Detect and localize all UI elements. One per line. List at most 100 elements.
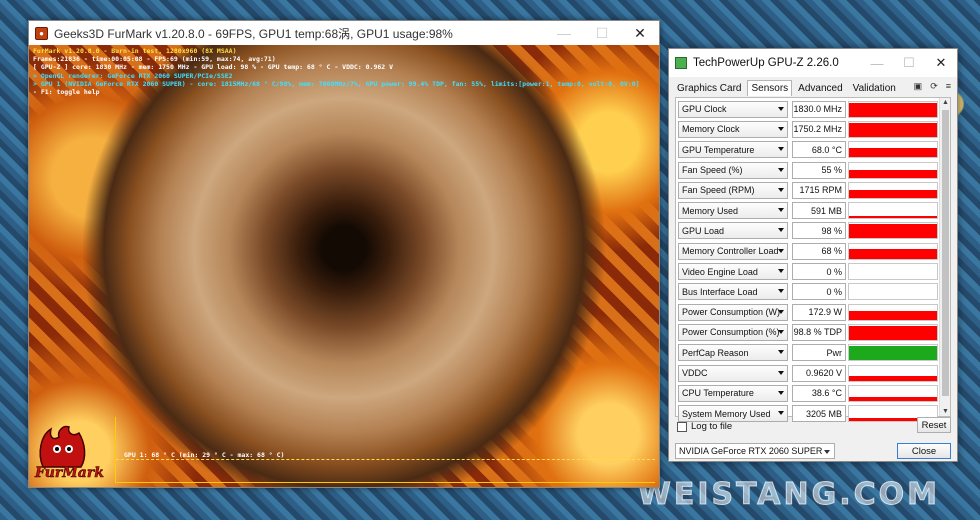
sensor-graph-fill bbox=[849, 396, 937, 401]
sensor-value: 1750.2 MHz bbox=[792, 120, 846, 138]
sensor-name-dropdown[interactable]: Fan Speed (%) bbox=[678, 161, 788, 179]
sensor-graph bbox=[848, 384, 938, 402]
sensor-name-dropdown[interactable]: Video Engine Load bbox=[678, 263, 788, 281]
sensor-name-dropdown[interactable]: GPU Clock bbox=[678, 100, 788, 118]
sensor-name-dropdown[interactable]: GPU Load bbox=[678, 222, 788, 240]
scroll-down-icon[interactable]: ▼ bbox=[942, 408, 949, 415]
sensor-graph bbox=[848, 222, 938, 240]
chevron-down-icon bbox=[778, 126, 784, 131]
sensor-name-dropdown[interactable]: VDDC bbox=[678, 364, 788, 382]
gpuz-titlebar[interactable]: TechPowerUp GPU-Z 2.26.0 — ☐ ✕ bbox=[669, 49, 957, 77]
chevron-down-icon bbox=[778, 106, 784, 111]
sensor-value: 0 % bbox=[792, 263, 846, 281]
furmark-app-icon: ● bbox=[35, 26, 48, 40]
sensor-value: Pwr bbox=[792, 344, 846, 362]
sensor-graph bbox=[848, 263, 938, 281]
sensor-name-dropdown[interactable]: Power Consumption (%) bbox=[678, 323, 788, 341]
tab-validation[interactable]: Validation bbox=[849, 80, 900, 96]
close-button[interactable]: Close bbox=[897, 443, 951, 459]
sensor-graph-fill bbox=[849, 148, 937, 158]
sensor-value: 68 % bbox=[792, 242, 846, 260]
furmark-render-canvas: FurMark v1.20.8.0 - Burn-in test, 1280x9… bbox=[29, 45, 659, 487]
sensor-name-dropdown[interactable]: Bus Interface Load bbox=[678, 283, 788, 301]
refresh-icon[interactable]: ⟳ bbox=[930, 81, 938, 92]
overlay-line: Frames:21836 - time:00:05:08 - FPS:69 (m… bbox=[33, 55, 276, 64]
gpuz-app-icon bbox=[675, 57, 687, 69]
sensor-value: 591 MB bbox=[792, 202, 846, 220]
minimize-icon[interactable]: — bbox=[545, 21, 583, 45]
chevron-down-icon bbox=[778, 411, 784, 416]
sensor-value: 172.9 W bbox=[792, 303, 846, 321]
maximize-icon[interactable]: ☐ bbox=[583, 21, 621, 45]
sensor-name: Fan Speed (%) bbox=[682, 165, 743, 176]
log-to-file-option[interactable]: Log to file bbox=[677, 421, 732, 432]
close-icon[interactable]: ✕ bbox=[621, 21, 659, 45]
sensor-value: 98.8 % TDP bbox=[792, 323, 846, 341]
tab-advanced[interactable]: Advanced bbox=[794, 80, 846, 96]
tab-graphics-card[interactable]: Graphics Card bbox=[673, 80, 745, 96]
sensor-graph-fill bbox=[849, 102, 937, 117]
sensor-graph-fill bbox=[849, 216, 937, 219]
scroll-up-icon[interactable]: ▲ bbox=[942, 99, 949, 106]
sensor-graph-fill bbox=[849, 310, 937, 320]
furmark-logo-text: FurMark bbox=[35, 465, 104, 482]
sensor-name-dropdown[interactable]: Memory Controller Load bbox=[678, 242, 788, 260]
reset-button[interactable]: Reset bbox=[917, 417, 951, 433]
furmark-titlebar[interactable]: ● Geeks3D FurMark v1.20.8.0 - 69FPS, GPU… bbox=[29, 21, 659, 45]
temperature-graph: GPU 1: 68 ° C (min: 29 ° C - max: 68 ° C… bbox=[115, 417, 655, 483]
chevron-down-icon bbox=[824, 450, 830, 454]
sensor-graph bbox=[848, 283, 938, 301]
chevron-down-icon bbox=[778, 187, 784, 192]
chevron-down-icon bbox=[778, 329, 784, 334]
chevron-down-icon bbox=[778, 228, 784, 233]
sensor-name-dropdown[interactable]: Power Consumption (W) bbox=[678, 303, 788, 321]
log-to-file-label: Log to file bbox=[691, 421, 733, 432]
sensor-row: VDDC 0.9620 V bbox=[678, 363, 940, 383]
maximize-icon[interactable]: ☐ bbox=[893, 49, 925, 77]
chevron-down-icon bbox=[778, 309, 784, 314]
sensor-value: 0.9620 V bbox=[792, 364, 846, 382]
log-to-file-checkbox[interactable] bbox=[677, 421, 687, 432]
chevron-down-icon bbox=[778, 248, 784, 253]
sensor-name: GPU Clock bbox=[682, 104, 727, 115]
sensor-graph bbox=[848, 161, 938, 179]
sensor-graph-fill bbox=[849, 122, 937, 137]
minimize-icon[interactable]: — bbox=[861, 49, 893, 77]
sensor-row: GPU Temperature 68.0 °C bbox=[678, 140, 940, 160]
sensor-row: Video Engine Load 0 % bbox=[678, 261, 940, 281]
sensor-list: GPU Clock 1830.0 MHz Memory Clock 1750.2 MH… bbox=[678, 99, 940, 424]
sensor-row: Fan Speed (RPM) 1715 RPM bbox=[678, 180, 940, 200]
overlay-line: > OpenGL renderer: GeForce RTX 2060 SUPE… bbox=[33, 71, 233, 80]
sensor-scrollbar[interactable]: ▲ ▼ bbox=[939, 98, 950, 416]
scrollbar-thumb[interactable] bbox=[942, 110, 949, 396]
furmark-title: Geeks3D FurMark v1.20.8.0 - 69FPS, GPU1 … bbox=[54, 26, 453, 41]
sensor-graph bbox=[848, 344, 938, 362]
overlay-line: - F1: toggle help bbox=[33, 88, 100, 97]
gpu-select[interactable]: NVIDIA GeForce RTX 2060 SUPER bbox=[675, 443, 835, 459]
sensor-graph-fill bbox=[849, 189, 937, 198]
temperature-graph-line bbox=[116, 459, 655, 460]
sensor-row: Power Consumption (%) 98.8 % TDP bbox=[678, 322, 940, 342]
sensor-row: Fan Speed (%) 55 % bbox=[678, 160, 940, 180]
furmark-stats-overlay: FurMark v1.20.8.0 - Burn-in test, 1280x9… bbox=[33, 47, 640, 96]
sensors-panel: GPU Clock 1830.0 MHz Memory Clock 1750.2 MH… bbox=[675, 97, 951, 423]
sensor-graph-fill bbox=[849, 169, 937, 178]
sensor-name-dropdown[interactable]: System Memory Used bbox=[678, 405, 788, 423]
sensor-name: Power Consumption (W) bbox=[682, 307, 781, 318]
sensor-name: Fan Speed (RPM) bbox=[682, 185, 755, 196]
sensor-row: GPU Clock 1830.0 MHz bbox=[678, 99, 940, 119]
sensor-name-dropdown[interactable]: Fan Speed (RPM) bbox=[678, 181, 788, 199]
close-icon[interactable]: ✕ bbox=[925, 49, 957, 77]
sensor-name-dropdown[interactable]: GPU Temperature bbox=[678, 141, 788, 159]
menu-icon[interactable]: ≡ bbox=[946, 81, 951, 92]
chevron-down-icon bbox=[778, 147, 784, 152]
sensor-name-dropdown[interactable]: CPU Temperature bbox=[678, 384, 788, 402]
sensor-graph-fill bbox=[849, 325, 937, 340]
screenshot-icon[interactable]: ▣ bbox=[914, 81, 923, 92]
sensor-name: CPU Temperature bbox=[682, 388, 754, 399]
sensor-name-dropdown[interactable]: Memory Clock bbox=[678, 120, 788, 138]
sensor-name-dropdown[interactable]: Memory Used bbox=[678, 202, 788, 220]
sensor-name-dropdown[interactable]: PerfCap Reason bbox=[678, 344, 788, 362]
gpuz-window: TechPowerUp GPU-Z 2.26.0 — ☐ ✕ Graphics … bbox=[668, 48, 958, 462]
tab-sensors[interactable]: Sensors bbox=[747, 80, 793, 96]
